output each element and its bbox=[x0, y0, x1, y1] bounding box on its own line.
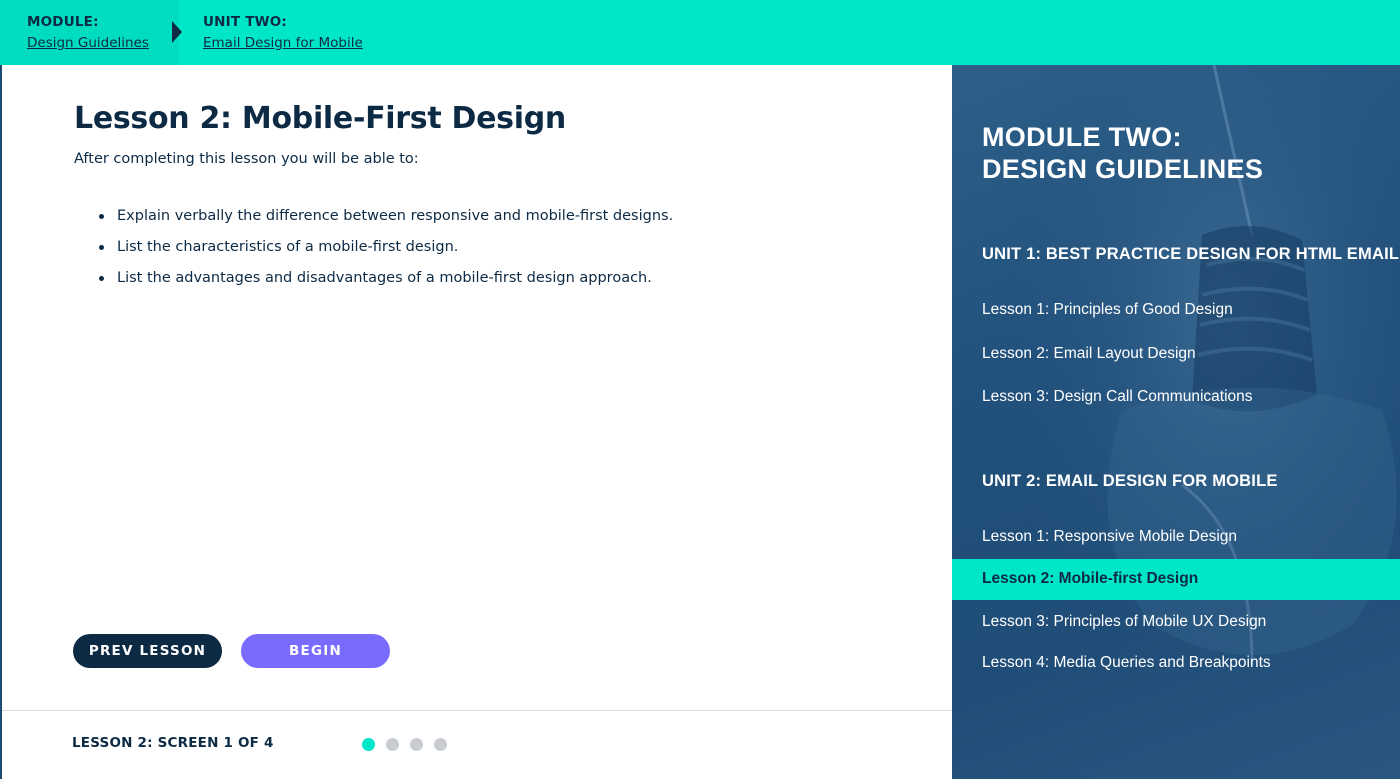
breadcrumb-module: MODULE: Design Guidelines bbox=[0, 0, 171, 65]
pagination-dot-3[interactable] bbox=[410, 738, 423, 751]
begin-button[interactable]: BEGIN bbox=[241, 634, 390, 668]
prev-lesson-button[interactable]: PREV LESSON bbox=[73, 634, 222, 668]
lesson-content: Lesson 2: Mobile-First Design After comp… bbox=[0, 65, 952, 779]
sidebar-active-lesson-label: Lesson 2: Mobile-first Design bbox=[982, 570, 1199, 587]
unit-1-heading: UNIT 1: BEST PRACTICE DESIGN FOR HTML EM… bbox=[982, 245, 1400, 263]
sidebar-unit1-lesson3[interactable]: Lesson 3: Design Call Communications bbox=[982, 388, 1253, 406]
objective-item: List the advantages and disadvantages of… bbox=[99, 267, 673, 298]
screen-pagination bbox=[362, 738, 447, 751]
module-title-line1: MODULE TWO: bbox=[982, 122, 1182, 152]
pagination-dot-4[interactable] bbox=[434, 738, 447, 751]
objective-item: List the characteristics of a mobile-fir… bbox=[99, 236, 673, 267]
breadcrumb-module-link[interactable]: Design Guidelines bbox=[27, 33, 171, 53]
screen-progress-label: LESSON 2: SCREEN 1 OF 4 bbox=[72, 735, 274, 751]
objective-item: Explain verbally the difference between … bbox=[99, 205, 673, 236]
sidebar-unit2-lesson1[interactable]: Lesson 1: Responsive Mobile Design bbox=[982, 528, 1237, 546]
sidebar-unit1-lesson1[interactable]: Lesson 1: Principles of Good Design bbox=[982, 301, 1233, 319]
lesson-intro: After completing this lesson you will be… bbox=[74, 151, 419, 167]
page-title: Lesson 2: Mobile-First Design bbox=[74, 101, 566, 136]
breadcrumb-module-label: MODULE: bbox=[27, 14, 99, 30]
unit-2-heading: UNIT 2: EMAIL DESIGN FOR MOBILE bbox=[982, 472, 1278, 490]
sidebar-unit2-lesson4[interactable]: Lesson 4: Media Queries and Breakpoints bbox=[982, 654, 1271, 672]
sidebar-unit2-lesson2-active[interactable]: Lesson 2: Mobile-first Design bbox=[952, 559, 1400, 600]
pagination-dot-2[interactable] bbox=[386, 738, 399, 751]
pagination-dot-1[interactable] bbox=[362, 738, 375, 751]
footer-divider bbox=[2, 710, 952, 711]
breadcrumb-unit-label: UNIT TWO: bbox=[203, 14, 287, 30]
chevron-right-icon bbox=[172, 21, 182, 43]
sidebar-unit2-lesson3[interactable]: Lesson 3: Principles of Mobile UX Design bbox=[982, 613, 1266, 631]
breadcrumb-bar: MODULE: Design Guidelines UNIT TWO: Emai… bbox=[0, 0, 1400, 65]
objectives-list: Explain verbally the difference between … bbox=[99, 205, 673, 298]
module-title-line2: DESIGN GUIDELINES bbox=[982, 154, 1264, 184]
breadcrumb-unit-link[interactable]: Email Design for Mobile bbox=[203, 33, 363, 53]
sidebar-unit1-lesson2[interactable]: Lesson 2: Email Layout Design bbox=[982, 345, 1196, 363]
module-title: MODULE TWO: DESIGN GUIDELINES bbox=[982, 121, 1263, 185]
breadcrumb-unit: UNIT TWO: Email Design for Mobile bbox=[203, 0, 363, 65]
module-sidebar: MODULE TWO: DESIGN GUIDELINES UNIT 1: BE… bbox=[952, 65, 1400, 779]
